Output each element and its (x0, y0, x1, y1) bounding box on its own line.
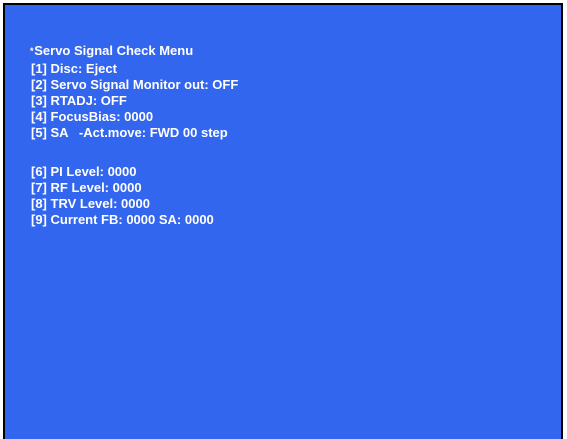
menu-title: Servo Signal Check Menu (27, 43, 193, 59)
menu-item-sa-act-move[interactable]: [5] SA -Act.move: FWD 00 step (31, 125, 228, 141)
menu-item-current-fb-sa[interactable]: [9] Current FB: 0000 SA: 0000 (31, 212, 214, 228)
menu-item-pi-level[interactable]: [6] PI Level: 0000 (31, 164, 137, 180)
menu-item-servo-signal-monitor[interactable]: [2] Servo Signal Monitor out: OFF (31, 77, 238, 93)
menu-item-trv-level[interactable]: [8] TRV Level: 0000 (31, 196, 150, 212)
menu-item-disc-eject[interactable]: [1] Disc: Eject (31, 61, 117, 77)
menu-item-rtadj[interactable]: [3] RTADJ: OFF (31, 93, 127, 109)
menu-title-text: Servo Signal Check Menu (34, 43, 194, 58)
menu-item-focus-bias[interactable]: [4] FocusBias: 0000 (31, 109, 153, 125)
menu-item-rf-level[interactable]: [7] RF Level: 0000 (31, 180, 142, 196)
servo-check-screen: * Servo Signal Check Menu [1] Disc: Ejec… (3, 3, 563, 439)
